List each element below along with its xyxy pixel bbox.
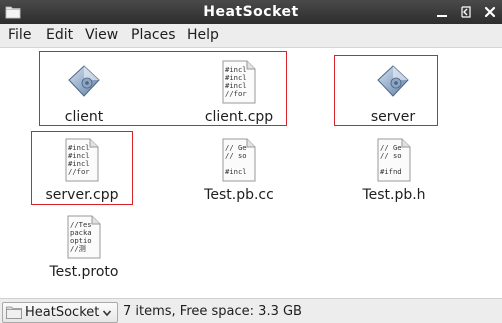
file-item-server[interactable]: server <box>343 54 443 126</box>
status-bar: HeatSocket 7 items, Free space: 3.3 GB <box>0 298 502 323</box>
close-icon[interactable] <box>482 4 498 20</box>
menu-edit[interactable]: Edit <box>46 24 73 47</box>
preview-line: #incl <box>225 167 247 176</box>
file-item-client[interactable]: client <box>34 54 134 126</box>
preview-line: // so <box>380 151 402 160</box>
folder-icon <box>6 306 22 319</box>
preview-line: // so <box>225 151 247 160</box>
file-name: server <box>370 109 416 125</box>
preview-line: //测 <box>70 244 86 253</box>
text-file-icon: // Ge // so #ifnd <box>377 138 411 182</box>
file-name: client <box>64 109 104 125</box>
location-dropdown[interactable]: HeatSocket <box>2 302 118 323</box>
file-item-server-cpp[interactable]: #incl #incl #incl //for server.cpp <box>32 132 132 204</box>
file-item-test-proto[interactable]: //Tes packa optio //测 Test.proto <box>34 209 134 281</box>
executable-icon <box>377 65 409 97</box>
file-item-client-cpp[interactable]: #incl #incl #incl //for client.cpp <box>189 54 289 126</box>
chevron-down-icon <box>102 310 112 317</box>
executable-icon <box>68 65 100 97</box>
file-name: Test.proto <box>49 264 119 280</box>
title-bar[interactable]: HeatSocket <box>0 0 502 24</box>
preview-line: //for <box>68 167 90 176</box>
text-file-icon: // Ge // so #incl <box>222 138 256 182</box>
text-file-icon: #incl #incl #incl //for <box>65 138 99 182</box>
preview-line: #ifnd <box>380 167 402 176</box>
menu-file[interactable]: File <box>8 24 31 47</box>
menu-view[interactable]: View <box>85 24 118 47</box>
preview-line: //for <box>225 89 247 98</box>
file-icon-view[interactable]: client #incl #incl #incl //for client.cp… <box>0 48 502 298</box>
location-label: HeatSocket <box>25 305 100 320</box>
menu-bar: File Edit View Places Help <box>0 24 502 48</box>
file-manager-window: HeatSocket File Edit View Places Help cl… <box>0 0 502 323</box>
text-file-icon: //Tes packa optio //测 <box>67 215 101 259</box>
file-name: client.cpp <box>204 109 274 125</box>
menu-help[interactable]: Help <box>187 24 219 47</box>
minimize-icon[interactable] <box>434 4 450 20</box>
text-file-icon: #incl #incl #incl //for <box>222 60 256 104</box>
menu-places[interactable]: Places <box>131 24 176 47</box>
status-summary: 7 items, Free space: 3.3 GB <box>123 304 302 319</box>
file-name: server.cpp <box>45 187 119 203</box>
file-item-test-pb-cc[interactable]: // Ge // so #incl Test.pb.cc <box>189 132 289 204</box>
file-name: Test.pb.cc <box>204 187 274 203</box>
file-item-test-pb-h[interactable]: // Ge // so #ifnd Test.pb.h <box>344 132 444 204</box>
file-name: Test.pb.h <box>362 187 426 203</box>
window-title: HeatSocket <box>203 4 299 20</box>
maximize-icon[interactable] <box>458 4 474 20</box>
